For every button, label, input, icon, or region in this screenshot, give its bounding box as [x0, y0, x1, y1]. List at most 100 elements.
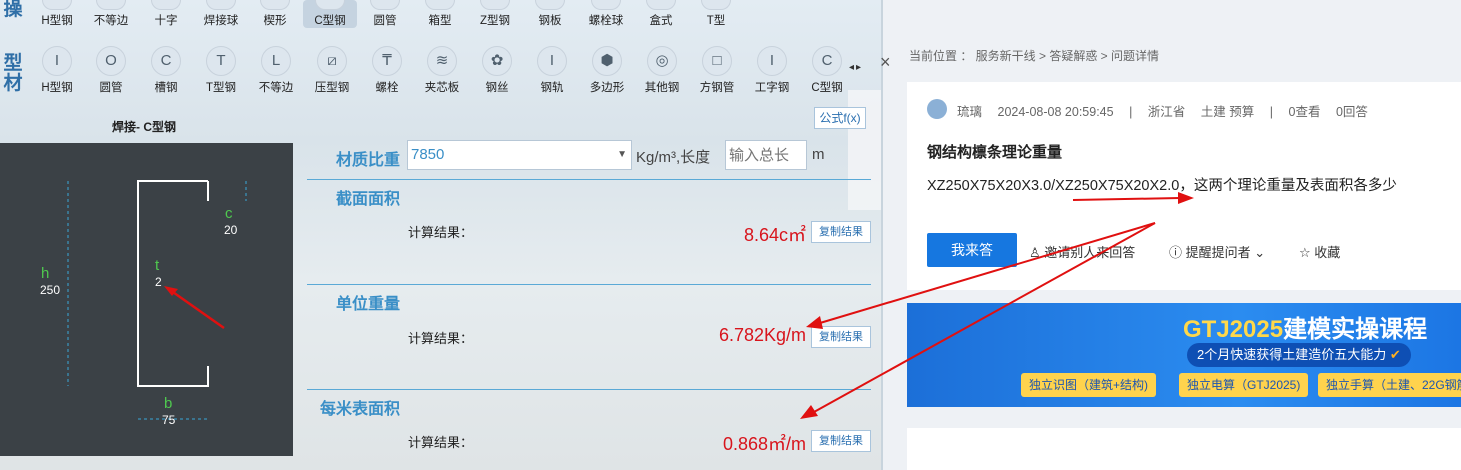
banner-chip: 独立手算（土建、22G钢筋 — [1318, 373, 1461, 397]
copy-result-button-surface[interactable]: 复制结果 — [811, 430, 871, 452]
shape-icon: ⧄ — [317, 46, 347, 76]
shape-item-top[interactable]: 楔形 — [248, 0, 302, 28]
divider — [307, 389, 871, 390]
location: 浙江省 — [1147, 105, 1186, 119]
shape-item-profile[interactable]: ≋ 夹芯板 — [415, 46, 469, 95]
length-input[interactable] — [725, 140, 807, 170]
shape-icon: ≋ — [427, 46, 457, 76]
formula-button[interactable]: 公式f(x) — [814, 107, 866, 129]
shape-icon — [370, 0, 400, 10]
shape-item-profile[interactable]: L 不等边 — [249, 46, 303, 95]
result-value-weight: 6.782Kg/m — [718, 325, 806, 345]
shape-icon — [646, 0, 676, 10]
divider — [307, 284, 871, 285]
shape-item-top[interactable]: 盒式 — [634, 0, 688, 28]
dim-b-value: 75 — [162, 413, 176, 427]
course-banner[interactable]: GTJ2025建模实操课程 2个月快速获得土建造价五大能力 ✔ 独立识图（建筑+… — [907, 303, 1461, 407]
shape-label: 螺栓 — [375, 82, 399, 94]
dim-t-label: t — [155, 257, 160, 274]
shape-item-top[interactable]: 焊接球 — [194, 0, 248, 28]
banner-chip: 独立电算（GTJ2025) — [1179, 373, 1309, 397]
shape-icon: ✿ — [482, 46, 512, 76]
shape-label: C型钢 — [314, 15, 346, 27]
section-title-weight: 单位重量 — [336, 296, 401, 313]
shape-item-top[interactable]: H型钢 — [30, 0, 84, 28]
shape-label: Z型钢 — [479, 15, 511, 27]
copy-result-button-weight[interactable]: 复制结果 — [811, 326, 871, 348]
check-icon: ✔ — [1389, 347, 1401, 362]
shape-item-profile[interactable]: O 圆管 — [84, 46, 138, 95]
question-title: 钢结构檩条理论重量 — [927, 144, 1063, 161]
shape-item-profile[interactable]: I H型钢 — [30, 46, 84, 95]
shape-item-top[interactable]: 螺栓球 — [579, 0, 633, 28]
next-card — [907, 428, 1461, 470]
row-label-profile: 型材 — [3, 53, 23, 94]
shape-item-profile[interactable]: I 钢轨 — [525, 46, 579, 95]
shape-item-top[interactable]: 不等边 — [84, 0, 138, 28]
tags: 土建 预算 — [1200, 105, 1255, 119]
shape-label: 压型钢 — [314, 82, 350, 94]
shape-item-profile[interactable]: ◎ 其他钢 — [635, 46, 689, 95]
shape-label: T型钢 — [205, 82, 237, 94]
shape-label: 螺栓球 — [588, 15, 624, 27]
shape-item-top[interactable]: Z型钢 — [468, 0, 522, 28]
c-section-diagram: h 250 t 2 c 20 b 75 — [0, 143, 293, 456]
c-section-drawing — [67, 180, 247, 420]
shape-item-top[interactable]: 箱型 — [413, 0, 467, 28]
shape-icon — [96, 0, 126, 10]
nav-arrows-icon[interactable]: ◂▸ — [849, 62, 863, 73]
remind-asker-link[interactable]: ⓘ 提醒提问者 ⌄ — [1169, 242, 1265, 261]
result-label-surface: 计算结果： — [408, 435, 474, 450]
shape-icon — [260, 0, 290, 10]
shape-item-profile[interactable]: T T型钢 — [194, 46, 248, 95]
question-body: XZ250X75X20X3.0/XZ250X75X20X2.0，这两个理论重量及… — [927, 178, 1397, 194]
user-name[interactable]: 琉璃 — [957, 105, 982, 119]
shape-label: 楔形 — [263, 15, 287, 27]
density-select[interactable]: 7850 ▼ — [407, 140, 632, 170]
shape-label: H型钢 — [41, 15, 73, 27]
copy-result-button-area[interactable]: 复制结果 — [811, 221, 871, 243]
shape-label: 钢板 — [538, 15, 562, 27]
shape-icon — [591, 0, 621, 10]
shape-item-top[interactable]: C型钢 — [303, 0, 357, 28]
density-label: 材质比重 — [336, 152, 401, 169]
shape-item-profile[interactable]: C C型钢 — [800, 46, 854, 95]
diagram-title: 焊接- C型钢 — [112, 120, 176, 134]
shape-label: 盒式 — [649, 15, 673, 27]
answer-count: 0回答 — [1335, 105, 1368, 119]
banner-title-rest: 建模实操课程 — [1283, 316, 1428, 343]
shape-icon — [480, 0, 510, 10]
shape-item-profile[interactable]: ₸ 螺栓 — [360, 46, 414, 95]
row-label-top: 操 — [3, 0, 23, 20]
shape-item-top[interactable]: 十字 — [139, 0, 193, 28]
shape-label: 工字钢 — [754, 82, 790, 94]
answer-button[interactable]: 我来答 — [927, 233, 1017, 267]
banner-subtitle-text: 2个月快速获得土建造价五大能力 — [1197, 347, 1387, 362]
favorite-link[interactable]: ☆ 收藏 — [1299, 242, 1340, 261]
shape-item-profile[interactable]: □ 方钢管 — [690, 46, 744, 95]
shape-icon: ₸ — [372, 46, 402, 76]
shape-item-top[interactable]: 钢板 — [523, 0, 577, 28]
avatar[interactable] — [927, 99, 947, 119]
shape-label: 其他钢 — [644, 82, 680, 94]
shape-icon: □ — [702, 46, 732, 76]
shape-item-top[interactable]: T型 — [689, 0, 743, 28]
invite-answer-label: 邀请别人来回答 — [1044, 245, 1136, 260]
invite-answer-link[interactable]: ♙ 邀请别人来回答 — [1029, 242, 1135, 261]
banner-title: GTJ2025建模实操课程 — [1183, 309, 1427, 344]
shape-item-profile[interactable]: ⧄ 压型钢 — [305, 46, 359, 95]
chevron-down-icon: ⌄ — [1250, 245, 1266, 260]
shape-item-profile[interactable]: ⬢ 多边形 — [580, 46, 634, 95]
shape-icon — [42, 0, 72, 10]
shape-item-profile[interactable]: I 工字钢 — [745, 46, 799, 95]
banner-chip: 独立识图（建筑+结构) — [1021, 373, 1157, 397]
shape-item-profile[interactable]: C 槽钢 — [139, 46, 193, 95]
shape-item-top[interactable]: 圆管 — [358, 0, 412, 28]
result-label-weight: 计算结果： — [408, 331, 474, 346]
shape-item-profile[interactable]: ✿ 钢丝 — [470, 46, 524, 95]
meta-divider: | — [1269, 105, 1274, 119]
divider — [307, 179, 871, 180]
section-title-area: 截面面积 — [336, 191, 401, 208]
close-icon[interactable]: × — [880, 52, 891, 73]
shape-label: C型钢 — [811, 82, 843, 94]
